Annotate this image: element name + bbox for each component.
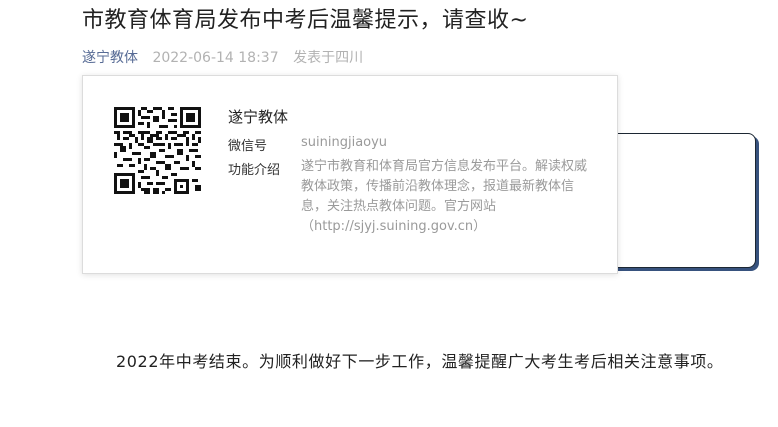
article-meta: 遂宁教体 2022-06-14 18:37 发表于四川 (82, 47, 363, 67)
background-card (596, 133, 756, 268)
article-title: 市教育体育局发布中考后温馨提示，请查收~ (82, 8, 529, 33)
intro-text: 遂宁市教育和体育局官方信息发布平台。解读权威教体政策，传播前沿教体理念，报道最新… (301, 159, 588, 234)
article-body: 2022年中考结束。为顺利做好下一步工作，温馨提醒广大考生考后相关注意事项。 (116, 352, 724, 371)
profile-name: 遂宁教体 (228, 108, 289, 126)
author-link[interactable]: 遂宁教体 (82, 50, 138, 66)
intro-label: 功能介绍 (228, 163, 281, 178)
account-profile-popup: 遂宁教体 微信号 suiningjiaoyu 功能介绍 遂宁市教育和体育局官方信… (82, 75, 618, 274)
publish-date: 2022-06-14 18:37 (152, 50, 279, 66)
qr-code-icon (114, 107, 201, 194)
publish-location: 发表于四川 (293, 50, 364, 66)
wechat-id-label: 微信号 (228, 139, 268, 154)
wechat-id-value: suiningjiaoyu (301, 135, 388, 150)
